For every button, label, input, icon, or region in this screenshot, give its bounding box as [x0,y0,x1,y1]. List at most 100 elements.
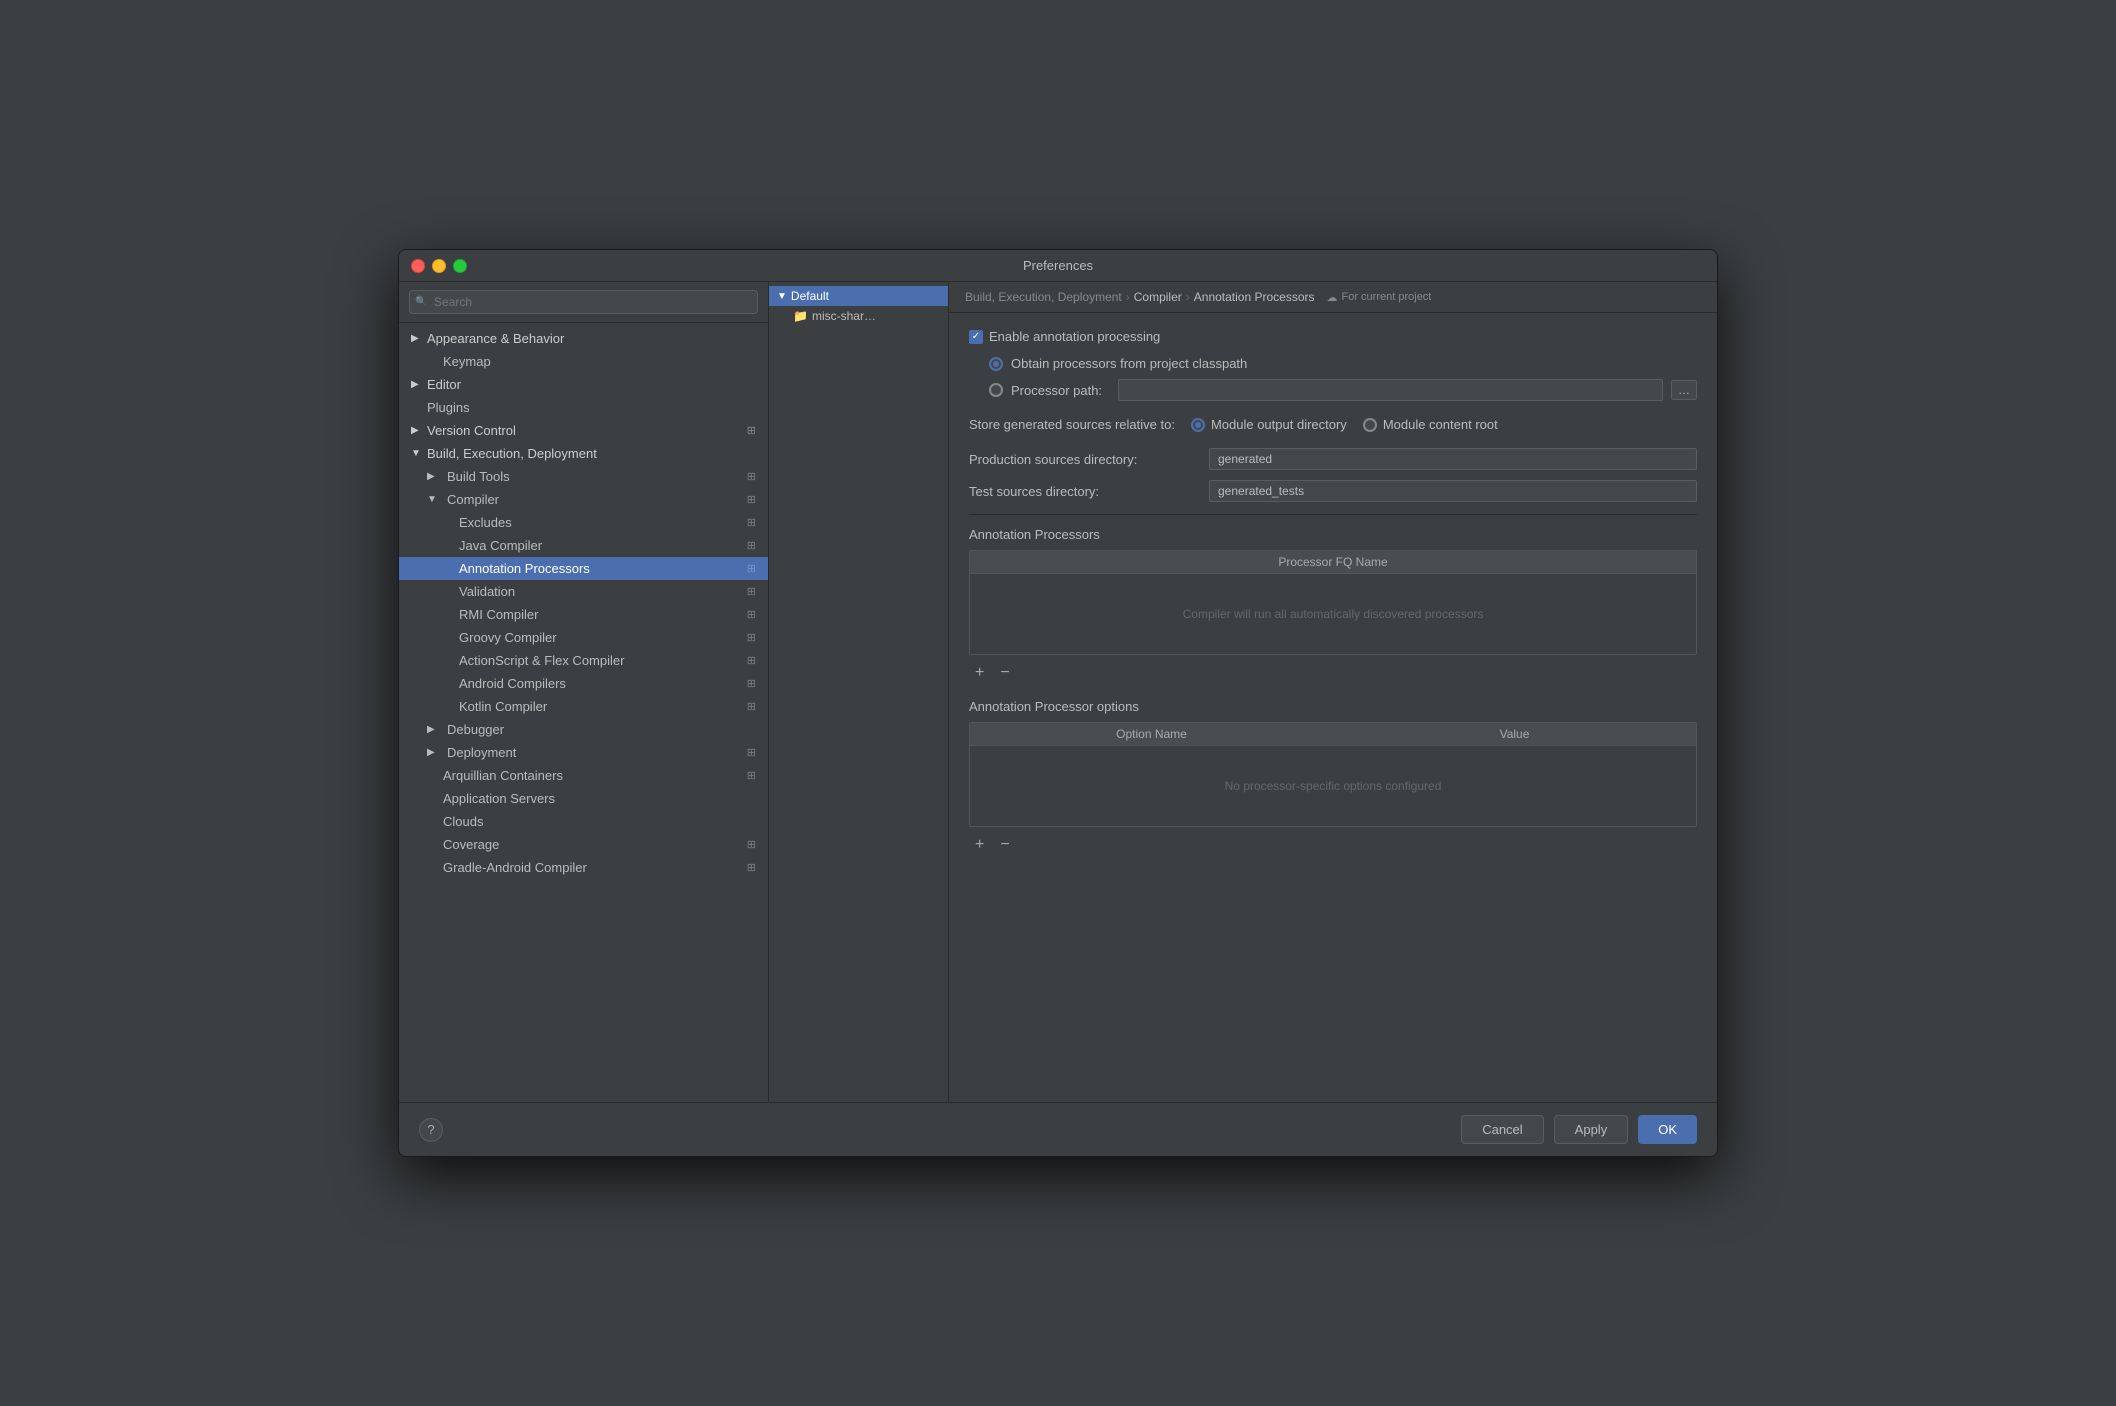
arrow-icon: ▶ [411,425,423,436]
panel-content: Enable annotation processing Obtain proc… [949,313,1717,1102]
arrow-icon: ▶ [427,471,439,482]
minimize-button[interactable] [432,259,446,273]
sidebar-item-java-compiler[interactable]: Java Compiler ⊞ [399,534,768,557]
obtain-from-classpath-label: Obtain processors from project classpath [1011,356,1247,371]
sidebar-item-keymap[interactable]: ▶ Keymap [399,350,768,373]
breadcrumb-context: For current project [1342,291,1432,303]
processor-path-radio[interactable] [989,383,1003,397]
sidebar-item-coverage[interactable]: Coverage ⊞ [399,833,768,856]
remove-option-button[interactable]: − [994,835,1015,855]
sidebar-item-android-compilers[interactable]: Android Compilers ⊞ [399,672,768,695]
breadcrumb-part3: Annotation Processors [1194,290,1315,304]
value-col: Value [1333,723,1696,745]
sidebar-item-groovy-compiler[interactable]: Groovy Compiler ⊞ [399,626,768,649]
sidebar-item-arquillian-containers[interactable]: Arquillian Containers ⊞ [399,764,768,787]
help-button[interactable]: ? [419,1118,443,1142]
annotation-processors-section-title: Annotation Processors [969,527,1697,542]
sidebar-label: Plugins [427,400,470,415]
sidebar-item-application-servers[interactable]: Application Servers [399,787,768,810]
badge-icon: ⊞ [747,700,756,713]
badge-icon: ⊞ [747,861,756,874]
badge-icon: ⊞ [747,470,756,483]
sidebar-item-annotation-processors[interactable]: Annotation Processors ⊞ [399,557,768,580]
enable-annotation-processing-checkbox[interactable] [969,330,983,344]
obtain-from-classpath-radio[interactable] [989,357,1003,371]
sidebar-item-clouds[interactable]: Clouds [399,810,768,833]
add-option-button[interactable]: + [969,835,990,855]
tree-item-label: misc-shar… [812,309,876,323]
breadcrumb-part2: Compiler [1134,290,1182,304]
module-output-dir-radio[interactable] [1191,418,1205,432]
annotation-processor-options-table-header: Option Name Value [970,723,1696,746]
sidebar-label: Android Compilers [459,676,566,691]
indent-wrap: ▼ Compiler [427,492,499,507]
sidebar-item-rmi-compiler[interactable]: RMI Compiler ⊞ [399,603,768,626]
module-content-root-option[interactable]: Module content root [1363,417,1498,432]
sidebar-item-gradle-android-compiler[interactable]: Gradle-Android Compiler ⊞ [399,856,768,879]
sidebar-label: Debugger [447,722,504,737]
cancel-button[interactable]: Cancel [1461,1115,1543,1144]
tree-item-misc-share[interactable]: 📁 misc-shar… [769,306,948,326]
arrow-icon: ▶ [427,747,439,758]
sidebar-item-plugins[interactable]: ▶ Plugins [399,396,768,419]
sidebar-label: Compiler [447,492,499,507]
indent-wrap: ▶ Build Tools [427,469,510,484]
sidebar-item-actionscript-flex-compiler[interactable]: ActionScript & Flex Compiler ⊞ [399,649,768,672]
maximize-button[interactable] [453,259,467,273]
breadcrumb-part1: Build, Execution, Deployment [965,290,1122,304]
indent-wrap: ▶ Deployment [427,745,516,760]
sidebar-label: Build Tools [447,469,510,484]
enable-annotation-processing-row: Enable annotation processing [969,329,1697,344]
sidebar-item-build-execution-deployment[interactable]: ▼ Build, Execution, Deployment [399,442,768,465]
module-output-dir-option[interactable]: Module output directory [1191,417,1347,432]
sidebar-item-validation[interactable]: Validation ⊞ [399,580,768,603]
sidebar-item-version-control[interactable]: ▶ Version Control ⊞ [399,419,768,442]
test-sources-dir-label: Test sources directory: [969,484,1209,499]
main-panel: Build, Execution, Deployment › Compiler … [949,282,1717,1102]
module-output-dir-label: Module output directory [1211,417,1347,432]
sidebar-label: Appearance & Behavior [427,331,564,346]
annotation-processor-options-section-title: Annotation Processor options [969,699,1697,714]
sidebar-item-debugger[interactable]: ▶ Debugger [399,718,768,741]
add-processor-button[interactable]: + [969,663,990,683]
sidebar-item-compiler[interactable]: ▼ Compiler ⊞ [399,488,768,511]
badge-icon: ⊞ [747,654,756,667]
sidebar-item-excludes[interactable]: Excludes ⊞ [399,511,768,534]
preferences-window: Preferences ▶ Appearance & Behavior ▶ Ke… [398,249,1718,1157]
processor-path-input[interactable] [1118,379,1663,401]
tree-panel: ▼ Default 📁 misc-shar… [769,282,949,1102]
sidebar-label: Excludes [459,515,512,530]
production-sources-dir-label: Production sources directory: [969,452,1209,467]
badge-icon: ⊞ [747,631,756,644]
close-button[interactable] [411,259,425,273]
module-content-root-radio[interactable] [1363,418,1377,432]
sidebar-item-kotlin-compiler[interactable]: Kotlin Compiler ⊞ [399,695,768,718]
sidebar-item-build-tools[interactable]: ▶ Build Tools ⊞ [399,465,768,488]
search-input[interactable] [409,290,758,314]
sidebar-label: Version Control [427,423,516,438]
title-bar: Preferences [399,250,1717,282]
production-sources-dir-input[interactable] [1209,448,1697,470]
breadcrumb-sep1: › [1126,290,1130,304]
test-sources-dir-input[interactable] [1209,480,1697,502]
annotation-processors-empty-msg: Compiler will run all automatically disc… [1183,607,1484,621]
apply-button[interactable]: Apply [1554,1115,1629,1144]
sidebar-label: Annotation Processors [459,561,590,576]
sidebar-item-appearance-behavior[interactable]: ▶ Appearance & Behavior [399,327,768,350]
annotation-processors-table-header: Processor FQ Name [970,551,1696,574]
sidebar-item-editor[interactable]: ▶ Editor [399,373,768,396]
tree-item-default[interactable]: ▼ Default [769,286,948,306]
badge-icon: ⊞ [747,493,756,506]
sidebar-item-deployment[interactable]: ▶ Deployment ⊞ [399,741,768,764]
sidebar-label: Editor [427,377,461,392]
annotation-processor-options-empty-msg: No processor-specific options configured [1225,779,1442,793]
processor-path-input-row: … [1118,379,1697,401]
remove-processor-button[interactable]: − [994,663,1015,683]
obtain-from-classpath-row: Obtain processors from project classpath [989,356,1697,371]
ok-button[interactable]: OK [1638,1115,1697,1144]
processor-path-browse-button[interactable]: … [1671,380,1697,400]
search-wrap [409,290,758,314]
divider1 [969,514,1697,515]
arrow-icon: ▼ [411,448,423,459]
store-generated-row: Store generated sources relative to: Mod… [969,417,1697,432]
